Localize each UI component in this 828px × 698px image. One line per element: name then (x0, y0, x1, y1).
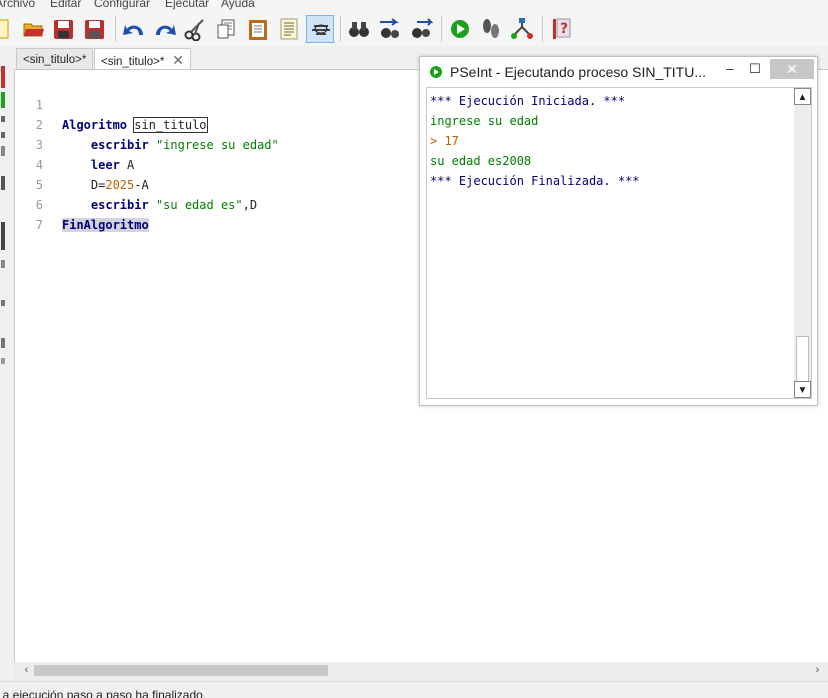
menu-bar: Archivo Editar Configurar Ejecutar Ayuda (0, 0, 828, 12)
minimize-button[interactable]: – (716, 59, 744, 79)
toggle-view-button[interactable] (306, 15, 334, 43)
scroll-down-icon[interactable]: ▼ (794, 381, 811, 398)
undo-button[interactable] (120, 15, 148, 43)
open-button[interactable] (20, 15, 48, 43)
scroll-up-icon[interactable]: ▲ (794, 88, 811, 105)
console-output[interactable]: *** Ejecución Iniciada. *** ingrese su e… (426, 87, 812, 399)
console-line: *** Ejecución Finalizada. *** (430, 174, 640, 188)
tab-close-icon[interactable]: ✕ (172, 49, 184, 71)
window-title: PSeInt - Ejecutando proceso SIN_TITU... (450, 64, 707, 80)
help-button[interactable]: ? (547, 15, 575, 43)
menu-configurar[interactable]: Configurar (94, 0, 150, 10)
close-button[interactable]: ✕ (770, 59, 814, 79)
code-line: 7 (15, 195, 435, 232)
status-bar: La ejecución paso a paso ha finalizado. (0, 681, 828, 698)
find-next-button[interactable] (376, 15, 404, 43)
line-number: 7 (35, 218, 43, 232)
code-line: 2 escribir "ingrese su edad" (15, 95, 435, 152)
console-line: ingrese su edad (430, 114, 539, 128)
document-lines-icon (280, 18, 298, 40)
code-line: 5 escribir "su edad es",D (15, 155, 435, 212)
find-next-icon (380, 18, 399, 38)
menu-ejecutar[interactable]: Ejecutar (165, 0, 209, 10)
scroll-right-icon[interactable]: › (809, 662, 826, 679)
menu-editar[interactable]: Editar (50, 0, 81, 10)
copy-icon (217, 19, 235, 39)
binoculars-icon (349, 22, 369, 37)
paste-button[interactable] (244, 15, 272, 43)
eye-icon (312, 24, 330, 35)
replace-button[interactable] (407, 15, 435, 43)
code-line: 1 Algoritmo sin_titulo (15, 75, 435, 133)
side-panel-strip[interactable] (0, 46, 14, 688)
copy-button[interactable] (213, 15, 241, 43)
console-line: *** Ejecución Iniciada. *** (430, 94, 626, 108)
save-as-button[interactable] (81, 15, 109, 43)
flowchart-icon (511, 18, 533, 39)
indent-button[interactable] (275, 15, 303, 43)
new-file-icon (0, 19, 9, 39)
tab-sin-titulo-2[interactable]: <sin_titulo>* ✕ (94, 48, 192, 71)
svg-text:?: ? (560, 21, 568, 37)
save-icon (54, 20, 73, 39)
menu-archivo[interactable]: Archivo (0, 0, 35, 10)
keyword: FinAlgoritmo (62, 218, 149, 232)
redo-icon (156, 25, 176, 35)
execution-window[interactable]: PSeInt - Ejecutando proceso SIN_TITU... … (419, 56, 818, 406)
save-button[interactable] (50, 15, 78, 43)
window-title-bar[interactable]: PSeInt - Ejecutando proceso SIN_TITU... … (420, 57, 817, 87)
help-icon: ? (553, 18, 571, 39)
menu-ayuda[interactable]: Ayuda (221, 0, 255, 10)
console-line: su edad es2008 (430, 154, 532, 168)
run-button[interactable] (446, 15, 474, 43)
footprints-icon (483, 19, 499, 38)
scissors-icon (184, 19, 204, 41)
search-button[interactable] (345, 15, 373, 43)
redo-button[interactable] (151, 15, 179, 43)
console-line: > 17 (430, 134, 459, 148)
cut-button[interactable] (181, 15, 209, 43)
tab-sin-titulo-1[interactable]: <sin_titulo>* (16, 48, 94, 70)
scroll-thumb[interactable] (796, 336, 809, 382)
flowchart-button[interactable] (508, 15, 536, 43)
code-line: 3 leer A (15, 115, 435, 172)
clipboard-icon (249, 20, 267, 40)
status-text: La ejecución paso a paso ha finalizado. (0, 688, 207, 698)
undo-icon (123, 25, 143, 35)
horizontal-scrollbar[interactable]: ‹ › (14, 662, 828, 679)
vertical-scrollbar[interactable]: ▲ ▼ (794, 88, 811, 398)
tab-label: <sin_titulo>* (101, 56, 165, 68)
maximize-button[interactable]: ☐ (741, 59, 769, 79)
save-as-icon (85, 20, 104, 39)
play-icon (451, 20, 469, 38)
step-button[interactable] (477, 15, 505, 43)
new-file-button[interactable] (0, 15, 16, 43)
scroll-thumb[interactable] (34, 665, 328, 676)
scroll-left-icon[interactable]: ‹ (18, 662, 35, 679)
code-line: 6 FinAlgoritmo (15, 175, 435, 232)
replace-icon (412, 18, 433, 38)
tab-label: <sin_titulo>* (23, 54, 87, 66)
open-folder-icon (23, 23, 44, 37)
code-line: 4 D=2025-A (15, 135, 435, 192)
play-icon (430, 66, 442, 78)
toolbar: ? (0, 12, 828, 46)
